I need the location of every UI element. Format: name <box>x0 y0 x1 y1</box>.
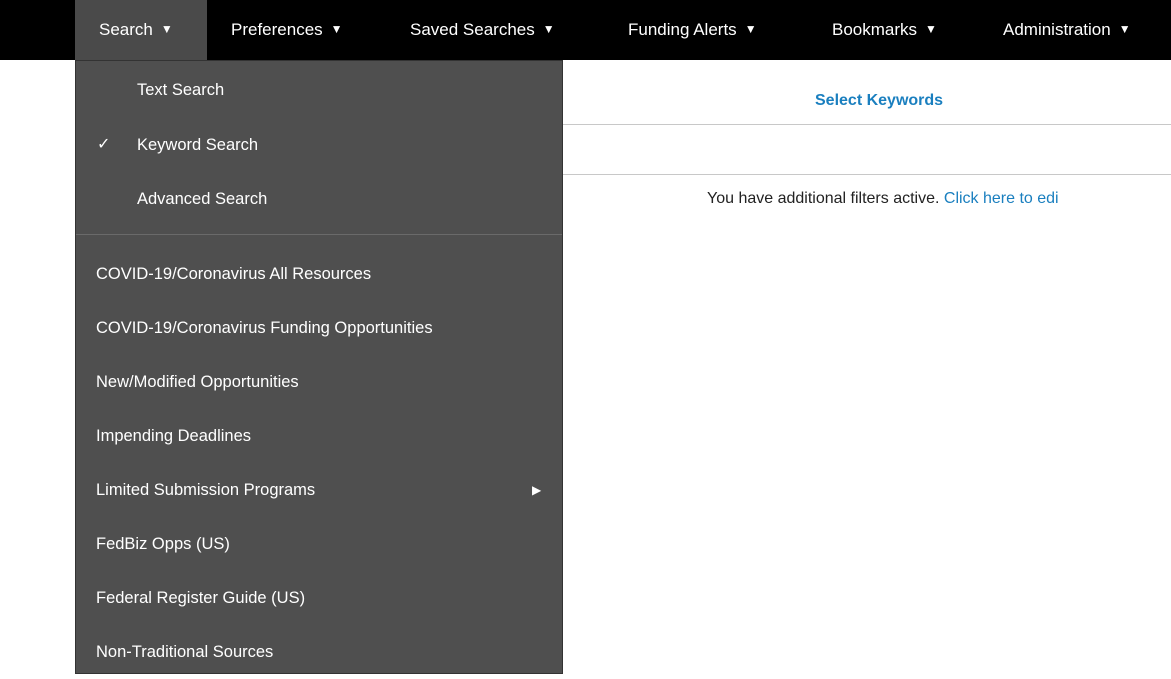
menu-item-label: COVID-19/Coronavirus Funding Opportuniti… <box>96 319 433 337</box>
chevron-down-icon: ▼ <box>330 22 343 36</box>
nav-preferences-menu[interactable]: Preferences ▼ <box>231 0 343 60</box>
menu-item-non-traditional-sources[interactable]: Non-Traditional Sources <box>76 625 562 679</box>
menu-item-label: Keyword Search <box>137 136 259 154</box>
top-navigation-bar: Search ▼ Preferences ▼ Saved Searches ▼ Fun… <box>0 0 1171 60</box>
menu-item-label: Impending Deadlines <box>96 427 252 445</box>
nav-preferences-label: Preferences <box>231 20 323 39</box>
menu-item-label: Text Search <box>137 81 225 99</box>
edit-filters-link[interactable]: Click here to edi <box>944 190 1059 207</box>
chevron-down-icon: ▼ <box>1118 22 1131 36</box>
chevron-down-icon: ▼ <box>160 22 173 36</box>
chevron-down-icon: ▼ <box>542 22 555 36</box>
active-filters-text: You have additional filters active. <box>707 190 944 207</box>
nav-saved-searches-menu[interactable]: Saved Searches ▼ <box>410 0 555 60</box>
menu-item-label: Limited Submission Programs <box>96 481 316 499</box>
menu-item-federal-register-guide[interactable]: Federal Register Guide (US) <box>76 571 562 625</box>
menu-item-label: FedBiz Opps (US) <box>96 535 230 553</box>
menu-item-label: Federal Register Guide (US) <box>96 589 306 607</box>
nav-funding-alerts-menu[interactable]: Funding Alerts ▼ <box>628 0 757 60</box>
menu-item-keyword-search[interactable]: ✓ Keyword Search <box>76 118 562 172</box>
nav-search-label: Search <box>99 20 153 39</box>
menu-item-impending-deadlines[interactable]: Impending Deadlines <box>76 409 562 463</box>
menu-item-limited-submission-programs[interactable]: Limited Submission Programs ▶ <box>76 463 562 517</box>
menu-item-covid-all-resources[interactable]: COVID-19/Coronavirus All Resources <box>76 247 562 301</box>
search-dropdown-menu: Text Search ✓ Keyword Search Advanced Se… <box>75 60 563 674</box>
nav-funding-alerts-label: Funding Alerts <box>628 20 737 39</box>
chevron-right-icon: ▶ <box>532 483 542 497</box>
menu-item-label: Non-Traditional Sources <box>96 643 274 661</box>
nav-search-menu[interactable]: Search ▼ <box>75 0 207 60</box>
nav-administration-menu[interactable]: Administration ▼ <box>1003 0 1131 60</box>
menu-item-text-search[interactable]: Text Search <box>76 63 562 117</box>
nav-administration-label: Administration <box>1003 20 1111 39</box>
chevron-down-icon: ▼ <box>744 22 757 36</box>
active-filters-notice: You have additional filters active. Clic… <box>707 190 1059 208</box>
menu-item-fedbiz-opps[interactable]: FedBiz Opps (US) <box>76 517 562 571</box>
content-divider <box>563 174 1171 175</box>
nav-saved-searches-label: Saved Searches <box>410 20 535 39</box>
checkmark-icon: ✓ <box>97 136 111 153</box>
menu-divider <box>76 234 562 235</box>
select-keywords-link[interactable]: Select Keywords <box>815 92 943 110</box>
menu-item-label: New/Modified Opportunities <box>96 373 299 391</box>
nav-bookmarks-menu[interactable]: Bookmarks ▼ <box>832 0 937 60</box>
menu-item-label: Advanced Search <box>137 190 268 208</box>
menu-item-advanced-search[interactable]: Advanced Search <box>76 172 562 226</box>
nav-bookmarks-label: Bookmarks <box>832 20 918 39</box>
menu-item-new-modified-opportunities[interactable]: New/Modified Opportunities <box>76 355 562 409</box>
chevron-down-icon: ▼ <box>925 22 937 36</box>
menu-item-label: COVID-19/Coronavirus All Resources <box>96 265 372 283</box>
menu-item-covid-funding-opportunities[interactable]: COVID-19/Coronavirus Funding Opportuniti… <box>76 301 562 355</box>
